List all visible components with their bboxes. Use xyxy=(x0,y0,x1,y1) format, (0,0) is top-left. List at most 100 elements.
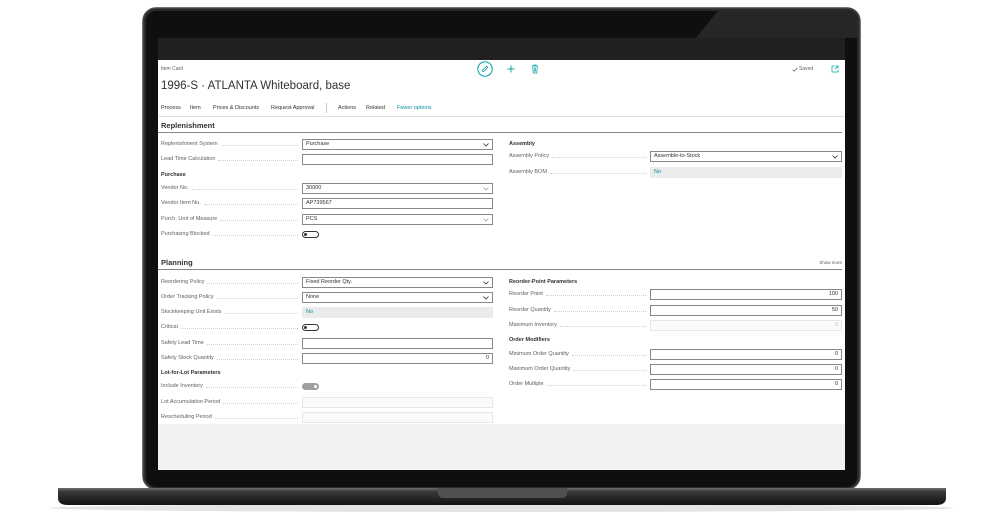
field-minimum-order-quantity: Minimum Order Quantity 0 xyxy=(509,349,842,360)
field-label: Rescheduling Period xyxy=(161,414,212,420)
chevron-down-icon xyxy=(483,296,489,300)
field-vendor-item-no: Vendor Item No. AP739567 xyxy=(161,198,493,209)
leader-dots xyxy=(560,326,646,327)
field-label: Purchasing Blocked xyxy=(161,231,210,237)
field-label: Lot Accumulation Period xyxy=(161,399,221,405)
order-multiple-input[interactable]: 0 xyxy=(650,379,842,390)
purchasing-blocked-toggle[interactable] xyxy=(302,231,319,238)
field-purch-unit-of-measure: Purch. Unit of Measure PCS xyxy=(161,214,493,225)
leader-dots xyxy=(205,387,298,388)
minimum-order-quantity-input[interactable]: 0 xyxy=(650,349,842,360)
reorder-point-input[interactable]: 100 xyxy=(650,289,842,300)
input-value: AP739567 xyxy=(306,200,332,206)
field-label: Reorder Point xyxy=(509,291,543,297)
field-purchasing-blocked: Purchasing Blocked xyxy=(161,229,493,240)
action-prices-discounts[interactable]: Prices & Discounts xyxy=(213,103,259,113)
leader-dots xyxy=(553,311,646,312)
reorder-quantity-input[interactable]: 50 xyxy=(650,305,842,316)
input-value: 0 xyxy=(834,351,838,357)
section-divider xyxy=(158,269,842,270)
group-title-order-modifiers: Order Modifiers xyxy=(509,337,550,343)
input-value: 30000 xyxy=(306,185,322,191)
field-label: Safety Stock Quantity xyxy=(161,355,214,361)
field-order-tracking-policy: Order Tracking Policy None xyxy=(161,292,493,303)
select-value: Purchase xyxy=(306,141,330,147)
toggle-container xyxy=(302,322,493,333)
toggle-container xyxy=(302,229,493,240)
add-icon[interactable] xyxy=(507,65,515,73)
field-label: Maximum Order Quantity xyxy=(509,366,571,372)
edit-icon[interactable] xyxy=(477,61,493,77)
vendor-item-no-input[interactable]: AP739567 xyxy=(302,198,493,209)
page-caption: Item Card xyxy=(161,66,183,72)
field-label: Safety Lead Time xyxy=(161,340,204,346)
chevron-down-icon[interactable] xyxy=(483,187,489,191)
action-item[interactable]: Item xyxy=(190,103,201,113)
rescheduling-period-input xyxy=(302,412,493,423)
field-label: Purch. Unit of Measure xyxy=(161,216,218,222)
safety-stock-quantity-input[interactable]: 0 xyxy=(302,353,493,364)
input-value: 50 xyxy=(831,307,838,313)
field-maximum-order-quantity: Maximum Order Quantity 0 xyxy=(509,364,842,375)
stockkeeping-unit-exists-value[interactable]: No xyxy=(302,307,493,318)
section-title-replenishment[interactable]: Replenishment xyxy=(161,121,215,131)
floor-shadow xyxy=(50,504,954,512)
action-process[interactable]: Process xyxy=(161,103,181,113)
delete-icon[interactable] xyxy=(531,64,539,74)
field-replenishment-system: Replenishment System Purchase xyxy=(161,139,493,150)
field-label: Maximum Inventory xyxy=(509,322,557,328)
item-card-page: Item Card 1996-S · ATLANTA Whiteboard, b… xyxy=(158,60,845,424)
field-lot-accumulation-period: Lot Accumulation Period xyxy=(161,397,493,408)
action-fewer-options[interactable]: Fewer options xyxy=(397,103,432,113)
leader-dots xyxy=(216,298,298,299)
field-label: Reordering Policy xyxy=(161,279,205,285)
select-value: None xyxy=(306,294,320,300)
group-title-lot-for-lot: Lot-for-Lot Parameters xyxy=(161,370,221,376)
lot-accumulation-period-input xyxy=(302,397,493,408)
purch-unit-of-measure-lookup[interactable]: PCS xyxy=(302,214,493,225)
section-title-planning[interactable]: Planning xyxy=(161,258,193,268)
field-assembly-bom: Assembly BOM No xyxy=(509,167,842,178)
assembly-policy-select[interactable]: Assemble-to-Stock xyxy=(650,151,842,162)
leader-dots xyxy=(203,204,298,205)
field-label: Include Inventory xyxy=(161,383,203,389)
leader-dots xyxy=(212,235,298,236)
saved-label: Saved xyxy=(799,66,814,72)
leader-dots xyxy=(207,283,298,284)
field-lead-time-calculation: Lead Time Calculation xyxy=(161,154,493,165)
chevron-down-icon xyxy=(483,143,489,147)
show-more-link[interactable]: Show more xyxy=(819,260,842,266)
reordering-policy-select[interactable]: Fixed Reorder Qty. xyxy=(302,277,493,288)
section-divider xyxy=(158,132,842,133)
assembly-bom-value[interactable]: No xyxy=(650,167,842,178)
chevron-down-icon xyxy=(832,155,838,159)
expand-icon[interactable] xyxy=(831,65,839,73)
field-label: Order Tracking Policy xyxy=(161,294,214,300)
field-critical: Critical xyxy=(161,322,493,333)
input-value: 0 xyxy=(834,322,838,328)
check-icon xyxy=(792,66,798,72)
action-request-approval[interactable]: Request Approval xyxy=(271,103,314,113)
field-label: Stockkeeping Unit Exists xyxy=(161,309,222,315)
readonly-value: No xyxy=(306,309,314,315)
action-bar-divider xyxy=(158,116,845,117)
replenishment-system-select[interactable]: Purchase xyxy=(302,139,493,150)
lead-time-calculation-input[interactable] xyxy=(302,154,493,165)
chevron-down-icon[interactable] xyxy=(483,218,489,222)
critical-toggle[interactable] xyxy=(302,324,319,331)
field-label: Assembly Policy xyxy=(509,153,550,159)
vendor-no-lookup[interactable]: 30000 xyxy=(302,183,493,194)
bezel-reflection xyxy=(696,11,857,38)
leader-dots xyxy=(218,160,298,161)
toggle-container xyxy=(302,381,493,392)
include-inventory-toggle xyxy=(302,383,319,390)
action-actions[interactable]: Actions xyxy=(338,103,356,113)
field-label: Minimum Order Quantity xyxy=(509,351,569,357)
leader-dots xyxy=(216,359,298,360)
field-safety-lead-time: Safety Lead Time xyxy=(161,338,493,349)
maximum-order-quantity-input[interactable]: 0 xyxy=(650,364,842,375)
order-tracking-policy-select[interactable]: None xyxy=(302,292,493,303)
field-label: Reorder Quantity xyxy=(509,307,551,313)
safety-lead-time-input[interactable] xyxy=(302,338,493,349)
action-related[interactable]: Related xyxy=(366,103,385,113)
